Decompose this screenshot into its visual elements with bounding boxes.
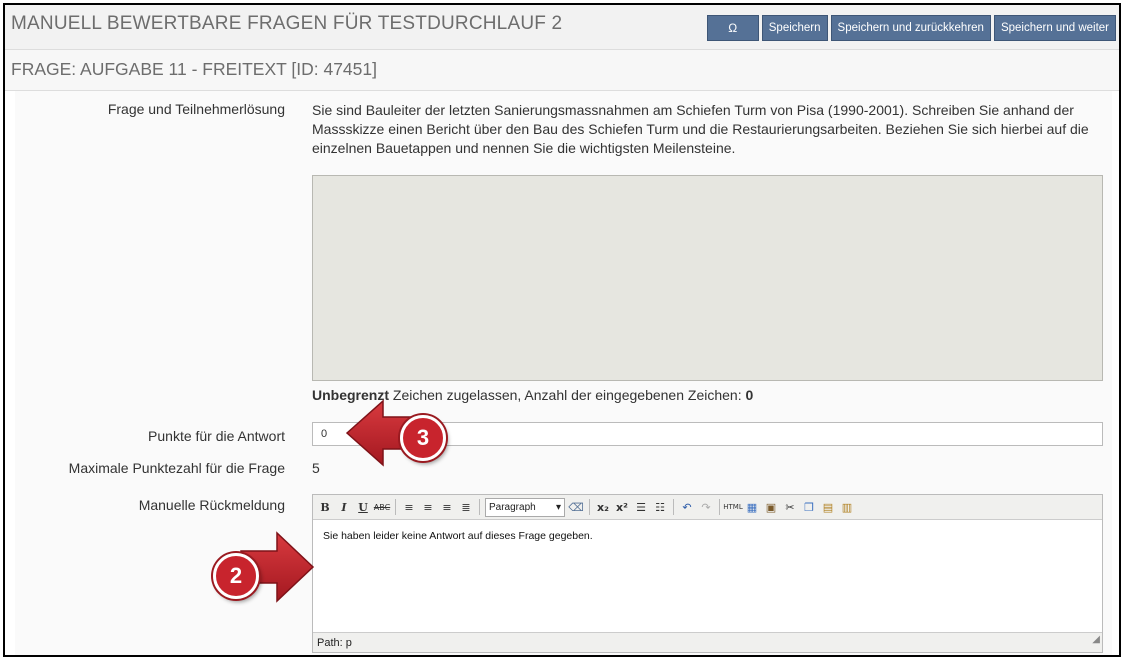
format-select-value: Paragraph <box>489 501 536 513</box>
underline-icon[interactable]: U <box>355 499 371 515</box>
page-header: MANUELL BEWERTBARE FRAGEN FÜR TESTDURCHL… <box>5 5 1119 50</box>
toolbar-separator <box>589 499 590 515</box>
bold-icon[interactable]: B <box>317 499 333 515</box>
align-right-icon[interactable]: ≡ <box>439 499 455 515</box>
question-text: Sie sind Bauleiter der letzten Sanierung… <box>312 102 1089 156</box>
numbered-list-icon[interactable]: ☷ <box>652 499 668 515</box>
toolbar-separator <box>673 499 674 515</box>
superscript-icon[interactable]: x² <box>614 499 630 515</box>
page-title: MANUELL BEWERTBARE FRAGEN FÜR TESTDURCHL… <box>11 13 563 34</box>
strikethrough-icon[interactable]: ABC <box>374 499 390 515</box>
editor-toolbar: B I U ABC ≡ ≡ ≡ ≣ Paragraph ▾ ⌫ x₂ x² ☰ ☷… <box>313 495 1102 520</box>
save-button[interactable]: Speichern <box>761 15 828 41</box>
editor-path-text: Path: p <box>317 637 352 649</box>
subscript-icon[interactable]: x₂ <box>595 499 611 515</box>
max-points-value: 5 <box>312 460 320 476</box>
table-icon[interactable]: ▦ <box>744 499 760 515</box>
feedback-editor: B I U ABC ≡ ≡ ≡ ≣ Paragraph ▾ ⌫ x₂ x² ☰ ☷… <box>312 494 1103 653</box>
chevron-down-icon: ▾ <box>555 501 561 513</box>
feedback-label: Manuelle Rückmeldung <box>138 497 285 513</box>
undo-icon[interactable]: ↶ <box>679 499 695 515</box>
callout-badge-3: 3 <box>400 415 446 461</box>
paste-text-icon[interactable]: ▥ <box>839 499 855 515</box>
format-select[interactable]: Paragraph ▾ <box>485 497 565 517</box>
editor-path: Path: p ◢ <box>313 632 1102 652</box>
paste-icon[interactable]: ▤ <box>820 499 836 515</box>
eraser-icon[interactable]: ⌫ <box>568 499 584 515</box>
image-icon[interactable]: ▣ <box>763 499 779 515</box>
resize-handle-icon[interactable]: ◢ <box>1092 630 1100 650</box>
page-frame: MANUELL BEWERTBARE FRAGEN FÜR TESTDURCHL… <box>3 3 1121 657</box>
grading-form: Frage und Teilnehmerlösung Sie sind Baul… <box>15 91 1112 655</box>
align-justify-icon[interactable]: ≣ <box>458 499 474 515</box>
question-title: FRAGE: AUFGABE 11 - FREITEXT [ID: 47451] <box>11 59 377 79</box>
save-and-return-button[interactable]: Speichern und zurückkehren <box>830 15 991 41</box>
toolbar-separator <box>395 499 396 515</box>
special-characters-button[interactable]: Ω <box>706 15 759 41</box>
cut-icon[interactable]: ✂ <box>782 499 798 515</box>
max-points-label: Maximale Punktezahl für die Frage <box>68 460 285 476</box>
participant-answer-box <box>312 175 1103 381</box>
save-and-next-button[interactable]: Speichern und weiter <box>993 15 1116 41</box>
html-source-icon[interactable]: HTML <box>723 499 742 515</box>
callout-badge-2: 2 <box>213 553 259 599</box>
question-label: Frage und Teilnehmerlösung <box>107 101 285 117</box>
copy-icon[interactable]: ❐ <box>801 499 817 515</box>
char-count: 0 <box>745 387 754 403</box>
question-header: FRAGE: AUFGABE 11 - FREITEXT [ID: 47451] <box>5 50 1119 91</box>
char-info-text: Zeichen zugelassen, Anzahl der eingegebe… <box>389 387 746 403</box>
bullet-list-icon[interactable]: ☰ <box>633 499 649 515</box>
redo-icon[interactable]: ↷ <box>698 499 714 515</box>
points-label: Punkte für die Antwort <box>148 428 285 444</box>
toolbar-separator <box>479 499 480 515</box>
header-toolbar: Ω Speichern Speichern und zurückkehren S… <box>706 15 1116 41</box>
feedback-text[interactable]: Sie haben leider keine Antwort auf diese… <box>313 520 1102 630</box>
align-left-icon[interactable]: ≡ <box>401 499 417 515</box>
italic-icon[interactable]: I <box>336 499 352 515</box>
align-center-icon[interactable]: ≡ <box>420 499 436 515</box>
toolbar-separator <box>719 499 720 515</box>
